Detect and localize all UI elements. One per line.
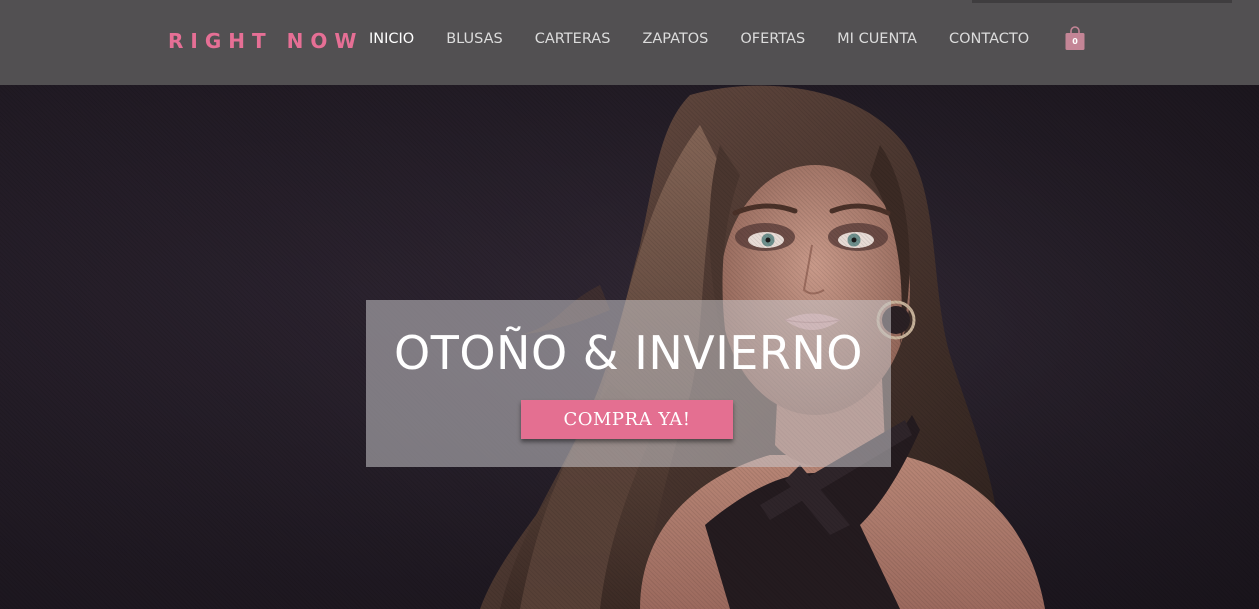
cart-button[interactable]: 0 <box>1064 26 1086 51</box>
nav-item-blusas[interactable]: BLUSAS <box>446 31 503 47</box>
main-nav: INICIO BLUSAS CARTERAS ZAPATOS OFERTAS M… <box>369 31 1061 47</box>
nav-item-mi-cuenta[interactable]: MI CUENTA <box>837 31 917 47</box>
nav-item-carteras[interactable]: CARTERAS <box>535 31 611 47</box>
nav-item-inicio[interactable]: INICIO <box>369 31 414 47</box>
page: RIGHT NOW INICIO BLUSAS CARTERAS ZAPATOS… <box>0 0 1259 609</box>
header-top-accent <box>972 0 1232 3</box>
brand-logo[interactable]: RIGHT NOW <box>168 29 363 53</box>
hero-title: OTOÑO & INVIERNO <box>394 326 863 380</box>
cart-count-badge: 0 <box>1072 37 1078 46</box>
hero-banner: OTOÑO & INVIERNO COMPRA YA! <box>0 85 1259 609</box>
hero-caption-box: OTOÑO & INVIERNO COMPRA YA! <box>366 300 891 467</box>
site-header: RIGHT NOW INICIO BLUSAS CARTERAS ZAPATOS… <box>0 0 1259 85</box>
nav-item-contacto[interactable]: CONTACTO <box>949 31 1029 47</box>
nav-item-ofertas[interactable]: OFERTAS <box>740 31 805 47</box>
buy-now-button[interactable]: COMPRA YA! <box>521 400 733 439</box>
nav-item-zapatos[interactable]: ZAPATOS <box>642 31 708 47</box>
